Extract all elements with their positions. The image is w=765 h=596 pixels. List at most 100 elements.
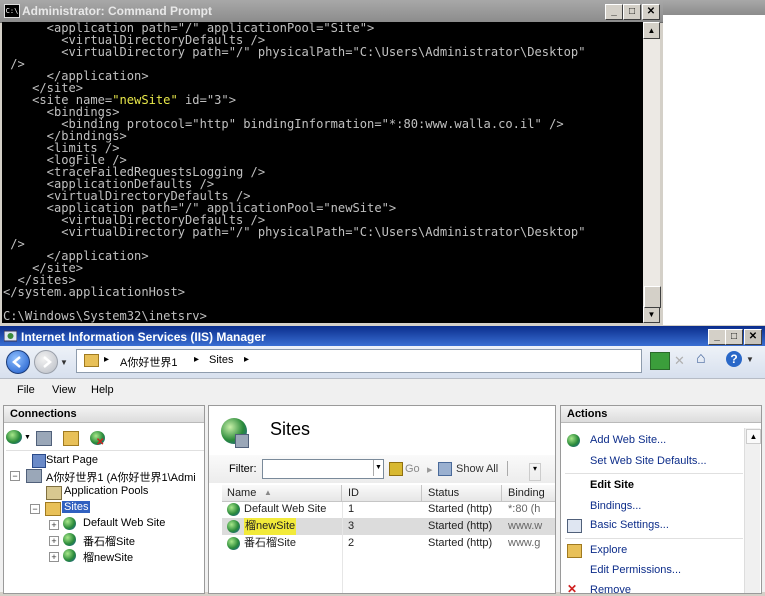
- console-line: </system.applicationHost>: [3, 285, 186, 299]
- collapse-sites-icon[interactable]: −: [30, 504, 40, 514]
- breadcrumb-separator-icon: ▸: [104, 354, 110, 365]
- close-button[interactable]: ✕: [642, 4, 660, 20]
- grid-line: [342, 502, 343, 593]
- table-row[interactable]: 番石榴Site 2 Started (http) www.g: [222, 535, 555, 552]
- col-name[interactable]: Name: [227, 485, 256, 501]
- show-all-icon[interactable]: [438, 462, 452, 476]
- help-icon[interactable]: ?: [726, 351, 742, 367]
- globe-icon: [227, 520, 240, 533]
- row-binding: www.g: [508, 537, 541, 549]
- table-row[interactable]: Default Web Site 1 Started (http) *:80 (…: [222, 501, 555, 518]
- help-dropdown-icon[interactable]: ▼: [746, 355, 754, 364]
- tree-site-2[interactable]: 番石榴Site: [83, 533, 135, 549]
- minimize-button[interactable]: _: [605, 4, 623, 20]
- iis-title-bar[interactable]: Internet Information Services (IIS) Mana…: [0, 326, 765, 346]
- menu-bar: [0, 380, 765, 402]
- action-edit-permissions[interactable]: Edit Permissions...: [590, 564, 681, 576]
- scroll-up-button[interactable]: ▲: [746, 429, 761, 444]
- row-id: 1: [348, 503, 355, 515]
- row-binding: www.w: [508, 520, 543, 532]
- filter-toolbar: Filter: ▼ Go ▸ Show All ▾: [209, 455, 555, 483]
- action-bindings[interactable]: Bindings...: [590, 500, 641, 512]
- action-set-defaults[interactable]: Set Web Site Defaults...: [590, 455, 707, 467]
- scroll-down-button[interactable]: ▼: [643, 306, 660, 323]
- history-dropdown-icon[interactable]: ▼: [60, 358, 68, 367]
- menu-help[interactable]: Help: [91, 384, 114, 396]
- console-text: <application path="/" applicationPool="S…: [2, 22, 643, 322]
- col-divider[interactable]: [341, 485, 342, 501]
- connect-icon[interactable]: [6, 430, 22, 444]
- expand-site-icon[interactable]: +: [49, 536, 59, 546]
- console-line: C:\Windows\System32\inetsrv>: [3, 309, 207, 323]
- filter-label: Filter:: [229, 463, 257, 475]
- expand-site-icon[interactable]: +: [49, 552, 59, 562]
- up-level-icon[interactable]: [63, 431, 79, 446]
- basic-settings-icon: [567, 519, 582, 533]
- action-remove[interactable]: Remove: [590, 584, 631, 596]
- action-add-web-site[interactable]: Add Web Site...: [590, 434, 666, 446]
- iis-close-button[interactable]: ✕: [744, 329, 762, 345]
- cmd-scrollbar[interactable]: [643, 22, 660, 323]
- tree-site-default[interactable]: Default Web Site: [83, 517, 165, 529]
- globe-icon: [63, 549, 76, 562]
- toolbar-divider: [507, 461, 508, 476]
- show-all-button[interactable]: Show All: [456, 463, 498, 475]
- col-divider[interactable]: [501, 485, 502, 501]
- cmd-window-title: Administrator: Command Prompt: [22, 4, 213, 18]
- breadcrumb[interactable]: ▸ A你好世界1 ▸ Sites ▸: [76, 349, 642, 373]
- tree-app-pools[interactable]: Application Pools: [64, 485, 148, 497]
- menu-file[interactable]: File: [17, 384, 35, 396]
- tree-server[interactable]: A你好世界1 (A你好世界1\Admi: [46, 469, 202, 485]
- toolbar-overflow-icon[interactable]: ▾: [529, 463, 541, 481]
- menu-view[interactable]: View: [52, 384, 76, 396]
- connections-pane: Connections ▼ ✕ Start Page − A你好世界1 (A你好…: [3, 405, 205, 594]
- background-window-title: [663, 0, 765, 15]
- save-icon[interactable]: [36, 431, 52, 446]
- background-window: [663, 0, 765, 325]
- actions-scrollbar[interactable]: ▲: [744, 428, 761, 593]
- maximize-button[interactable]: □: [623, 4, 641, 20]
- col-status[interactable]: Status: [428, 485, 459, 501]
- breadcrumb-separator-icon: ▸: [194, 354, 200, 365]
- iis-maximize-button[interactable]: □: [725, 329, 743, 345]
- filter-input[interactable]: [262, 459, 384, 479]
- col-binding[interactable]: Binding: [508, 485, 545, 501]
- breadcrumb-server[interactable]: A你好世界1: [120, 354, 177, 370]
- forward-button[interactable]: [34, 350, 58, 374]
- row-id: 3: [348, 520, 355, 532]
- tree-site-3[interactable]: 榴newSite: [83, 549, 133, 565]
- globe-icon: [227, 503, 240, 516]
- collapse-server-icon[interactable]: −: [10, 471, 20, 481]
- sort-ascending-icon: ▲: [264, 488, 272, 497]
- go-button[interactable]: Go: [405, 463, 420, 475]
- expand-site-icon[interactable]: +: [49, 520, 59, 530]
- tree-sites[interactable]: Sites: [62, 501, 91, 513]
- stop-icon[interactable]: ✕: [674, 353, 685, 369]
- home-icon[interactable]: ⌂: [696, 350, 706, 368]
- col-divider[interactable]: [421, 485, 422, 501]
- iis-minimize-button[interactable]: _: [708, 329, 726, 345]
- connections-header: Connections: [4, 406, 204, 423]
- col-id[interactable]: ID: [348, 485, 359, 501]
- edit-site-header: Edit Site: [590, 479, 635, 491]
- row-binding: *:80 (h: [508, 503, 541, 515]
- connect-dropdown-icon[interactable]: ▼: [24, 434, 31, 441]
- tree-start-page[interactable]: Start Page: [46, 454, 98, 466]
- filter-dropdown-icon[interactable]: ▼: [373, 460, 383, 476]
- scroll-thumb[interactable]: [644, 286, 661, 308]
- breadcrumb-sites[interactable]: Sites: [209, 354, 233, 366]
- console-output[interactable]: <application path="/" applicationPool="S…: [2, 22, 643, 323]
- go-icon[interactable]: [389, 462, 403, 476]
- back-button[interactable]: [6, 350, 30, 374]
- refresh-icon[interactable]: [650, 352, 670, 370]
- cmd-title-bar[interactable]: C:\ Administrator: Command Prompt _ □ ✕: [0, 0, 663, 23]
- table-row-selected[interactable]: 榴newSite 3 Started (http) www.w: [222, 518, 555, 535]
- action-basic-settings[interactable]: Basic Settings...: [590, 519, 669, 531]
- row-status: Started (http): [428, 520, 493, 532]
- grid-header: Name ▲ ID Status Binding: [222, 485, 555, 502]
- scroll-up-button[interactable]: ▲: [643, 22, 660, 39]
- sites-feature-pane: Sites Filter: ▼ Go ▸ Show All ▾ Name ▲ I…: [208, 405, 556, 594]
- action-explore[interactable]: Explore: [590, 544, 627, 556]
- back-arrow-icon: [12, 356, 21, 368]
- server-icon: [84, 354, 99, 367]
